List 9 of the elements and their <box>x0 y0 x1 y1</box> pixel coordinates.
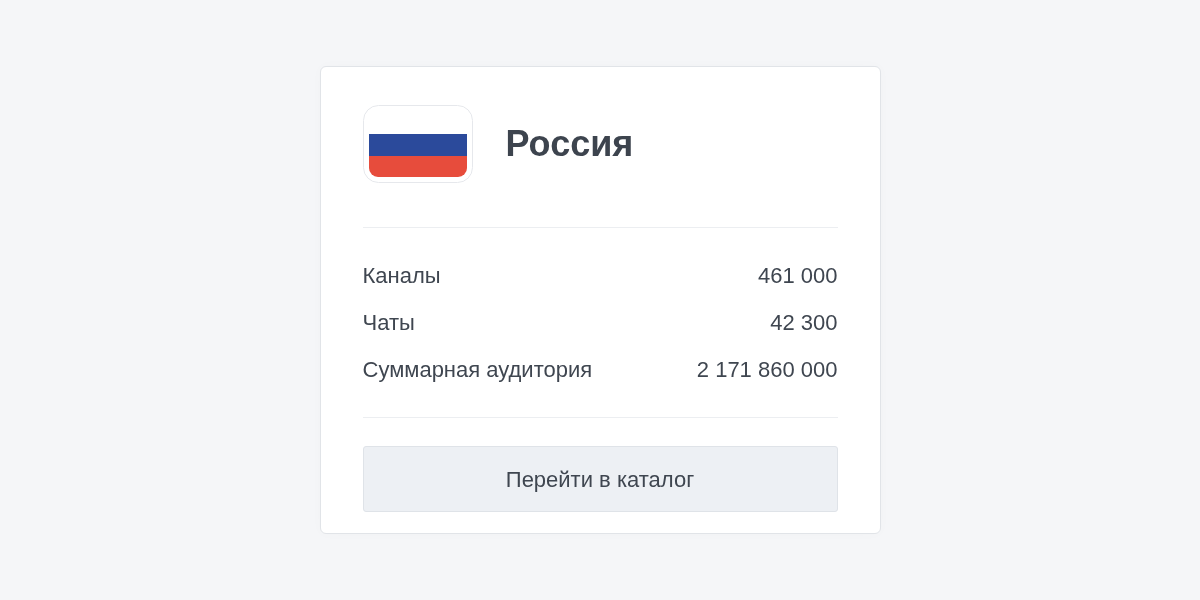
stat-value: 2 171 860 000 <box>696 356 838 384</box>
stat-value: 461 000 <box>757 262 838 290</box>
stat-label: Суммарная аудитория <box>362 356 593 384</box>
stat-label: Чаты <box>362 309 415 337</box>
country-name: Россия <box>505 126 634 162</box>
flag-icon <box>362 105 473 183</box>
catalog-button[interactable]: Перейти в каталог <box>362 446 838 512</box>
stat-value: 42 300 <box>770 309 838 337</box>
stat-label: Каналы <box>362 262 441 290</box>
